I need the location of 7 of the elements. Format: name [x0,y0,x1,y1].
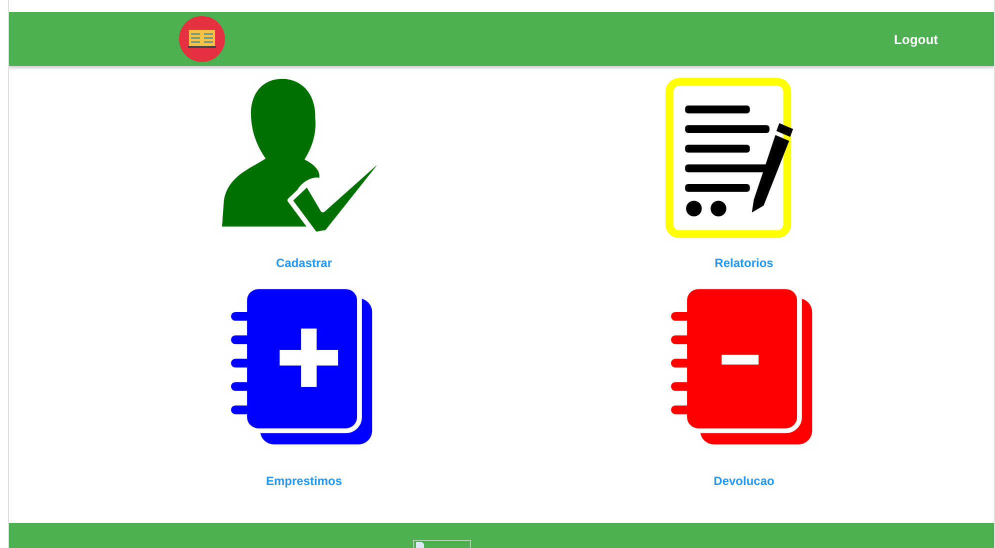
broken-image-icon [412,540,470,548]
menu-link[interactable]: Emprestimos [266,474,342,488]
menu-link[interactable]: Relatorios [714,256,774,270]
menu-link[interactable]: Devolucao [714,474,774,488]
logout-link[interactable]: Logout [894,32,938,46]
menu-link[interactable]: Cadastrar [276,256,332,270]
book-logo-icon[interactable] [178,15,226,63]
